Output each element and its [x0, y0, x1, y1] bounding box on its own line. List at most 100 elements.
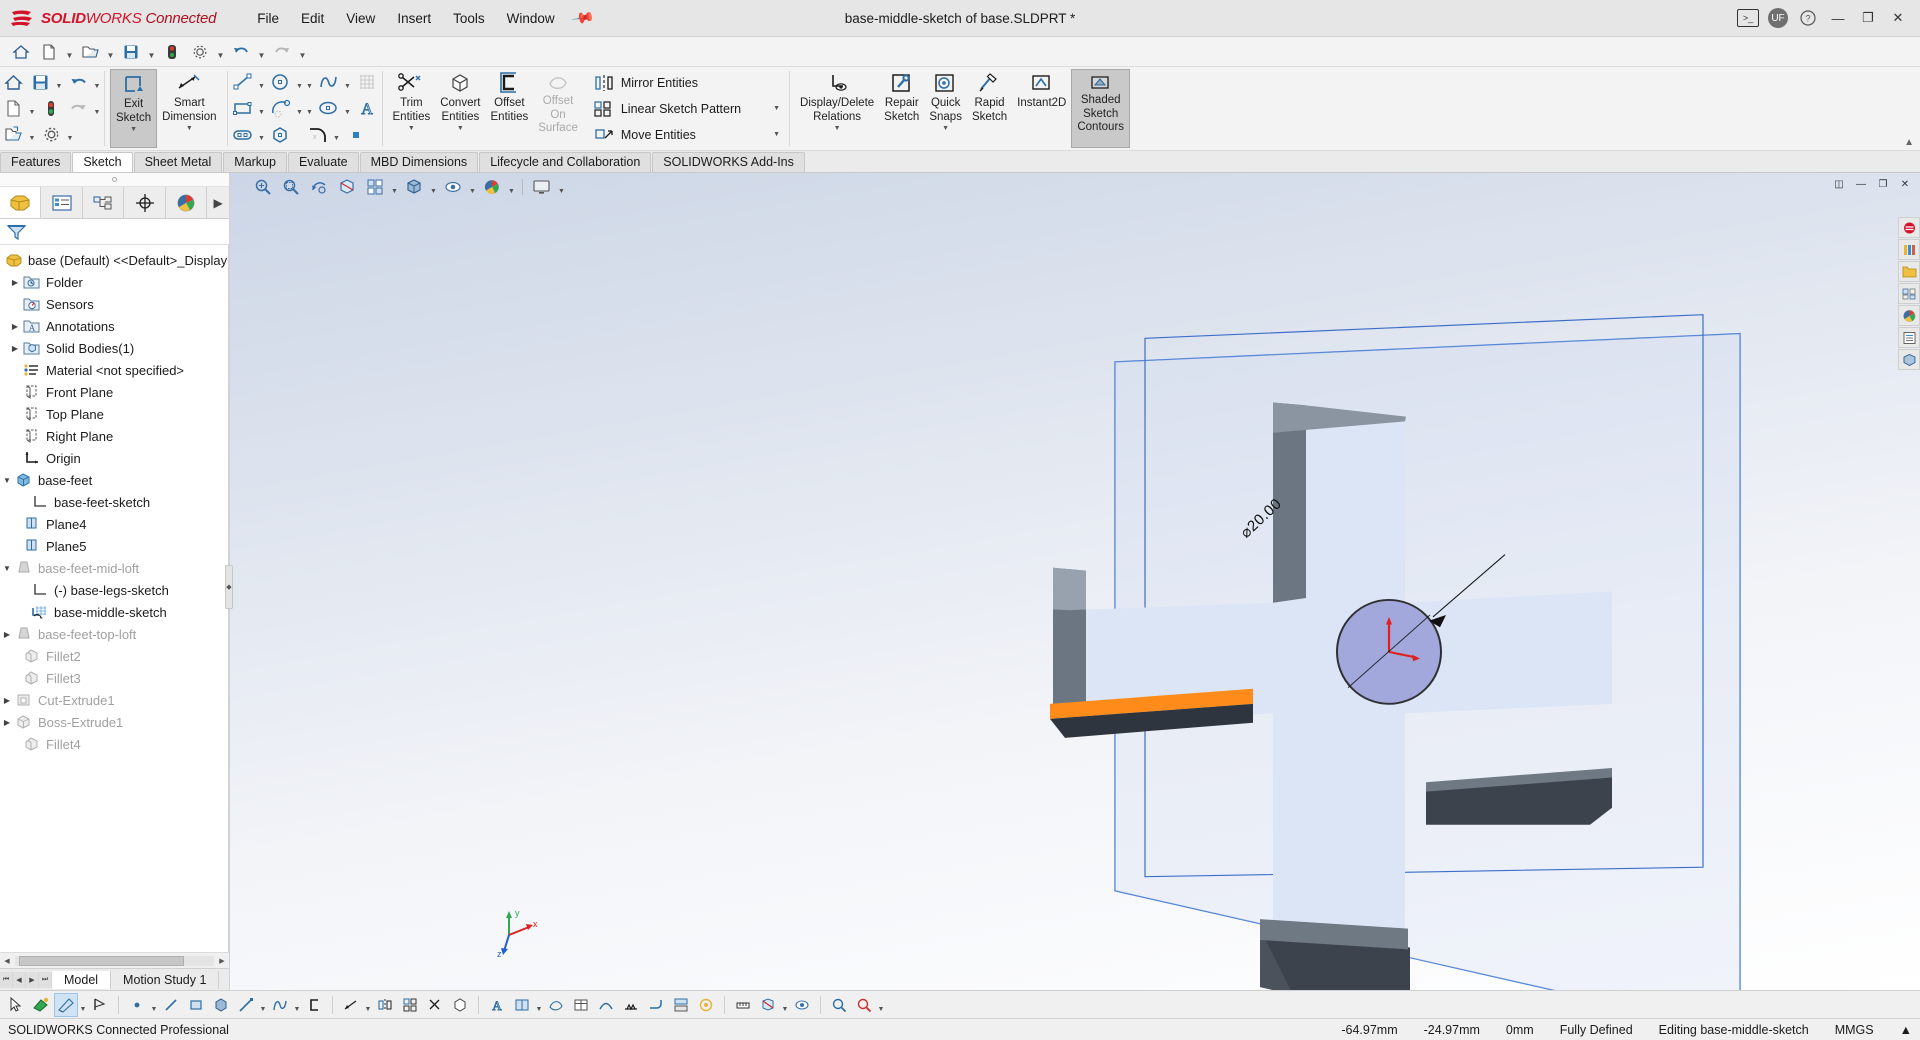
plane-tool-arrow[interactable]: ▼ [535, 993, 543, 1017]
ellipse-icon[interactable] [316, 97, 342, 120]
tree-row-sensors[interactable]: Sensors [0, 293, 229, 315]
sketch-pencil-icon[interactable] [54, 992, 78, 1017]
ribbon-home-icon[interactable] [0, 71, 26, 94]
instant2d-button[interactable]: Instant2D [1012, 69, 1071, 148]
render-tool-icon[interactable] [694, 993, 718, 1017]
qat-redo-icon[interactable] [269, 40, 295, 64]
qat-options-arrow[interactable]: ▼ [215, 40, 226, 64]
ribbon-options-gear-icon[interactable] [38, 123, 64, 146]
select-cursor-icon[interactable] [4, 993, 28, 1017]
tree-row-base-feet-sketch[interactable]: base-feet-sketch [0, 491, 229, 513]
trim-entities-button[interactable]: Trim Entities ▼ [388, 69, 436, 148]
line-draw-arrow[interactable]: ▼ [259, 993, 267, 1017]
ribbon-redo-icon[interactable] [65, 97, 91, 120]
minimize-pane-icon[interactable]: — [1852, 176, 1870, 192]
display-manager-dock-icon[interactable] [1898, 349, 1920, 370]
tree-row-base-feet[interactable]: ▼ base-feet [0, 469, 229, 491]
point-tool-arrow[interactable]: ▼ [150, 993, 158, 1017]
arc-icon[interactable] [268, 97, 294, 120]
property-manager-tab[interactable] [41, 187, 83, 218]
help-button[interactable]: ? [1794, 5, 1822, 31]
display-tool-icon[interactable] [790, 993, 814, 1017]
menu-tools[interactable]: Tools [442, 7, 496, 30]
circle-arrow[interactable]: ▼ [295, 71, 305, 94]
rectangle-arrow[interactable]: ▼ [257, 97, 267, 120]
status-expander-icon[interactable]: ▲ [1900, 1023, 1912, 1037]
move-entities-arrow[interactable]: ▼ [747, 131, 780, 138]
appearances-scenes-icon[interactable] [1898, 305, 1920, 326]
rapid-sketch-button[interactable]: Rapid Sketch [967, 69, 1012, 148]
section-tool-icon[interactable] [756, 993, 780, 1017]
previous-view-icon[interactable] [306, 175, 332, 199]
tree-horizontal-scrollbar[interactable]: ◀ ▶ [0, 952, 229, 968]
menu-view[interactable]: View [335, 7, 386, 30]
no-relation-icon[interactable] [88, 993, 112, 1017]
dim-tool-icon[interactable] [339, 993, 363, 1017]
ribbon-traffic-light-icon[interactable] [38, 97, 64, 120]
tree-expander-annotations[interactable]: ▶ [8, 322, 22, 331]
sheetmetal-tool-icon[interactable] [644, 993, 668, 1017]
fillet-icon[interactable]: x [305, 123, 331, 146]
display-style-icon[interactable] [401, 175, 427, 199]
quick-snaps-button[interactable]: Quick Snaps ▼ [924, 69, 967, 148]
tree-row-root[interactable]: base (Default) <<Default>_Display Sta [0, 249, 229, 271]
tree-row-base-feet-top-loft[interactable]: ▶ base-feet-top-loft [0, 623, 229, 645]
menu-insert[interactable]: Insert [386, 7, 442, 30]
text-tool-icon[interactable]: A [485, 993, 509, 1017]
line-icon[interactable] [230, 71, 256, 94]
tree-row-base-feet-mid-loft[interactable]: ▼ base-feet-mid-loft [0, 557, 229, 579]
corner-rect-icon[interactable] [184, 993, 208, 1017]
ribbon-undo-icon[interactable] [65, 71, 91, 94]
tree-row-solid-bodies[interactable]: ▶ Solid Bodies(1) [0, 337, 229, 359]
slot-icon[interactable] [230, 123, 256, 146]
tree-expander-top-loft[interactable]: ▶ [0, 630, 14, 639]
panel-drag-handle[interactable] [0, 173, 229, 187]
polygon-icon[interactable] [268, 123, 294, 146]
appearances-icon[interactable] [479, 175, 505, 199]
feature-tree-tab[interactable] [0, 187, 42, 218]
box-tool-icon[interactable] [209, 993, 233, 1017]
ribbon-new-document-icon[interactable] [0, 97, 26, 120]
text-icon[interactable]: A [354, 97, 380, 120]
tree-row-plane4[interactable]: Plane4 [0, 513, 229, 535]
line-tool-icon[interactable] [159, 993, 183, 1017]
view-palette-icon[interactable] [1898, 283, 1920, 304]
convert-tool-icon[interactable] [448, 993, 472, 1017]
panel-resize-grip[interactable]: ◆ [225, 565, 233, 610]
hide-show-arrow[interactable]: ▼ [468, 175, 477, 199]
fillet-arrow[interactable]: ▼ [332, 123, 342, 146]
tab-sketch[interactable]: Sketch [72, 152, 133, 172]
tree-row-origin[interactable]: Origin [0, 447, 229, 469]
zoom-area-icon[interactable] [278, 175, 304, 199]
bottom-tab-model[interactable]: Model [52, 970, 112, 989]
bottom-tab-motion-study[interactable]: Motion Study 1 [111, 970, 220, 989]
tree-expander-solid-bodies[interactable]: ▶ [8, 344, 22, 353]
spline-tool-arrow[interactable]: ▼ [293, 993, 301, 1017]
pattern-tool-icon[interactable] [398, 993, 422, 1017]
spline-icon[interactable] [316, 71, 342, 94]
convert-entities-button[interactable]: Convert Entities ▼ [435, 69, 485, 148]
user-account-button[interactable]: UF [1764, 5, 1792, 31]
tree-expander-cut-extrude1[interactable]: ▶ [0, 696, 14, 705]
qat-open-arrow[interactable]: ▼ [105, 40, 116, 64]
magnify-tool-arrow[interactable]: ▼ [877, 993, 885, 1017]
scroll-track[interactable] [15, 955, 214, 966]
display-delete-dropdown[interactable]: ▼ [834, 125, 841, 132]
section-view-icon[interactable] [334, 175, 360, 199]
repair-sketch-button[interactable]: Repair Sketch [879, 69, 924, 148]
bottom-tab-first[interactable]: ⏮ [0, 971, 13, 988]
ribbon-open-arrow[interactable]: ▼ [27, 123, 37, 146]
point-tool-icon[interactable] [125, 993, 149, 1017]
trim-tool-icon[interactable] [423, 993, 447, 1017]
view-orientation-arrow[interactable]: ▼ [390, 175, 399, 199]
mirror-tool-icon[interactable] [373, 993, 397, 1017]
tab-mbd-dimensions[interactable]: MBD Dimensions [359, 152, 479, 172]
feature-manager-more-icon[interactable]: ▶ [207, 187, 229, 218]
quick-snaps-dropdown[interactable]: ▼ [942, 125, 949, 132]
tree-expander-boss-extrude1[interactable]: ▶ [0, 718, 14, 727]
close-pane-icon[interactable]: ✕ [1896, 176, 1914, 192]
qat-print-icon[interactable] [159, 40, 185, 64]
tree-expander-folder[interactable]: ▶ [8, 278, 22, 287]
qat-redo-arrow[interactable]: ▼ [297, 40, 308, 64]
ribbon-options-arrow[interactable]: ▼ [65, 123, 75, 146]
